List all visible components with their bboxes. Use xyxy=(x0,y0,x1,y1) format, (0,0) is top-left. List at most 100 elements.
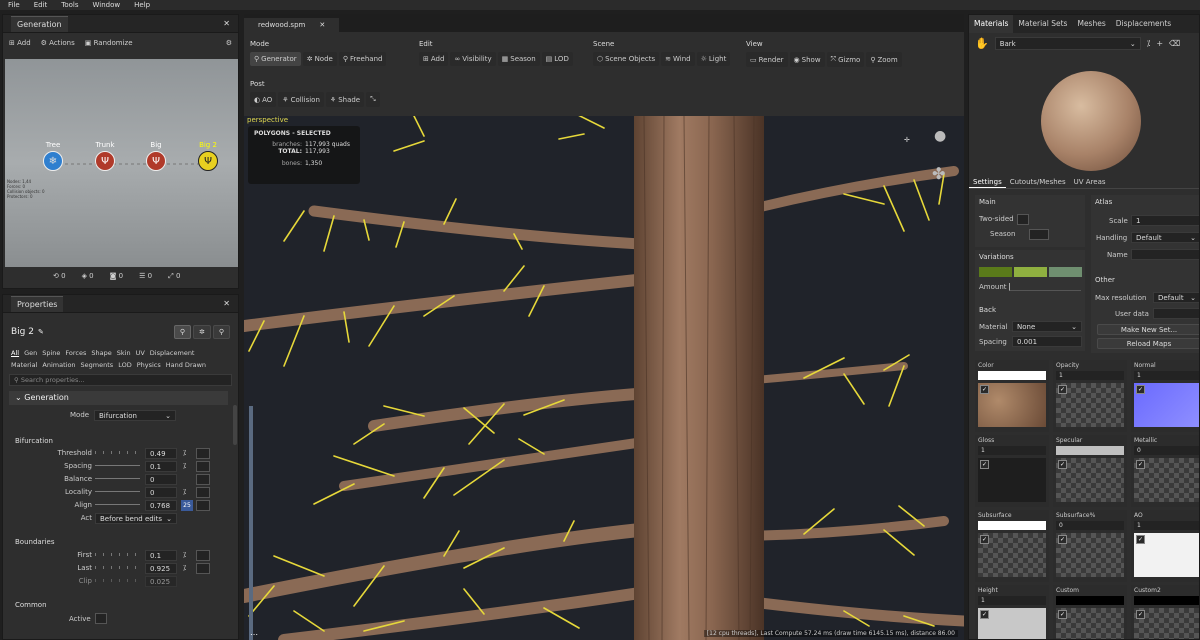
checkbox-icon[interactable]: ✓ xyxy=(980,610,989,619)
ao-button[interactable]: ◐ AO xyxy=(250,92,277,107)
collision-button[interactable]: ⚘ Collision xyxy=(278,92,324,107)
checkbox-icon[interactable]: ✓ xyxy=(1136,610,1145,619)
map-preview[interactable]: ✓ xyxy=(1134,608,1199,639)
checkbox-icon[interactable]: ✓ xyxy=(1136,460,1145,469)
threshold-slider[interactable] xyxy=(95,451,140,454)
map-value[interactable] xyxy=(1056,596,1124,605)
search-field[interactable]: ⚲ Search properties... xyxy=(9,374,232,386)
close-icon[interactable]: ✕ xyxy=(319,21,325,29)
percent-icon[interactable]: ⁒ xyxy=(183,462,186,470)
camera-icon[interactable]: ◙ 0 xyxy=(110,272,124,281)
act-select[interactable]: Before bend edits ⌄ xyxy=(95,513,177,524)
checkbox-icon[interactable]: ✓ xyxy=(1136,385,1145,394)
map-tile-specular[interactable]: Specular ✓ xyxy=(1053,435,1127,507)
active-checkbox[interactable] xyxy=(95,613,107,624)
curve-box[interactable] xyxy=(196,474,210,485)
node-big[interactable]: Big Ψ xyxy=(141,141,171,171)
wind-button[interactable]: ≋ Wind xyxy=(661,52,695,66)
close-icon[interactable]: ✕ xyxy=(223,19,230,28)
scene-objects-button[interactable]: ⬡ Scene Objects xyxy=(593,52,660,66)
map-tile-metallic[interactable]: Metallic 0 ✓ xyxy=(1131,435,1199,507)
menu-window[interactable]: Window xyxy=(93,0,121,10)
tab-skin[interactable]: Skin xyxy=(117,349,131,357)
tab-gen[interactable]: Gen xyxy=(24,349,37,357)
clip-input[interactable]: 0.025 xyxy=(145,576,177,587)
checkbox-icon[interactable]: ✓ xyxy=(1136,535,1145,544)
force-icon[interactable]: ⟲ 0 xyxy=(53,272,66,281)
percent-icon[interactable]: ⁒ xyxy=(183,449,186,457)
tab-settings[interactable]: Settings xyxy=(969,175,1006,188)
map-value[interactable] xyxy=(1134,596,1199,605)
amount-slider[interactable] xyxy=(1009,283,1081,291)
map-preview[interactable]: ✓ xyxy=(1056,383,1124,427)
map-value[interactable]: 0 xyxy=(1134,446,1199,455)
map-value[interactable]: 1 xyxy=(1134,521,1199,530)
tab-physics[interactable]: Physics xyxy=(137,361,161,369)
checkbox-icon[interactable]: ✓ xyxy=(1058,535,1067,544)
generator-mode-icon[interactable]: ⚲ xyxy=(173,325,191,339)
clip-slider[interactable] xyxy=(95,579,140,582)
collapse-icon[interactable]: ⤡ xyxy=(366,92,380,107)
tab-shape[interactable]: Shape xyxy=(91,349,111,357)
map-preview[interactable]: ✓ xyxy=(1134,383,1199,427)
material-preview-sphere[interactable] xyxy=(1041,71,1141,171)
zoom-button[interactable]: ⚲ Zoom xyxy=(866,52,902,67)
balance-input[interactable]: 0 xyxy=(145,474,177,485)
locality-input[interactable]: 0 xyxy=(145,487,177,498)
tab-uv[interactable]: UV xyxy=(136,349,145,357)
spacing-input[interactable]: 0.1 xyxy=(145,461,177,472)
generation-section-header[interactable]: ⌄ Generation xyxy=(9,391,228,405)
back-material-select[interactable]: None ⌄ xyxy=(1012,321,1082,332)
freehand-button[interactable]: ⚲ Freehand xyxy=(338,52,387,66)
hand-icon[interactable]: ✋ xyxy=(975,37,989,50)
actions-button[interactable]: ⚙ Actions xyxy=(41,39,75,47)
tab-spine[interactable]: Spine xyxy=(42,349,60,357)
tab-hand-drawn[interactable]: Hand Drawn xyxy=(166,361,206,369)
light-bulb-icon[interactable]: ● xyxy=(934,128,946,144)
properties-tab[interactable]: Properties xyxy=(11,295,64,312)
variation-swatch-3[interactable] xyxy=(1049,267,1082,277)
variation-swatch-2[interactable] xyxy=(1014,267,1047,277)
scrollbar[interactable] xyxy=(233,405,237,445)
map-tile-normal[interactable]: Normal 1 ✓ xyxy=(1131,360,1199,432)
viewport-3d[interactable]: perspective POLYGONS - SELECTED branches… xyxy=(244,116,964,640)
perspective-label[interactable]: perspective xyxy=(247,116,288,124)
add-button[interactable]: ⊞ Add xyxy=(9,39,31,47)
last-slider[interactable] xyxy=(95,566,140,569)
map-value[interactable]: 1 xyxy=(978,596,1046,605)
align-slider[interactable] xyxy=(95,504,140,505)
curve-box[interactable] xyxy=(196,500,210,511)
align-input[interactable]: 0.768 xyxy=(145,500,177,511)
more-icon[interactable]: ⋯ xyxy=(250,630,258,639)
map-value[interactable]: 1 xyxy=(1056,371,1124,380)
shade-button[interactable]: ⚘ Shade xyxy=(325,92,365,107)
last-input[interactable]: 0.925 xyxy=(145,563,177,574)
map-preview[interactable]: ✓ xyxy=(978,458,1046,502)
add-button[interactable]: ⊞ Add xyxy=(419,52,449,66)
percent-icon[interactable]: ⁒ xyxy=(1147,39,1151,48)
map-tile-subsurface-[interactable]: Subsurface% 0 ✓ xyxy=(1053,510,1127,582)
map-value[interactable]: 1 xyxy=(978,446,1046,455)
doc-tab[interactable]: redwood.spm ✕ xyxy=(244,18,340,32)
tab-displacements[interactable]: Displacements xyxy=(1111,15,1176,33)
list-icon[interactable]: ☰ 0 xyxy=(139,272,152,281)
first-input[interactable]: 0.1 xyxy=(145,550,177,561)
tab-all[interactable]: All xyxy=(11,349,19,357)
map-tile-height[interactable]: Height 1 ✓ xyxy=(975,585,1049,639)
tab-cutouts[interactable]: Cutouts/Meshes xyxy=(1006,175,1070,188)
render-button[interactable]: ▭ Render xyxy=(746,52,788,67)
delete-icon[interactable]: ⌫ xyxy=(1169,39,1180,48)
collision-icon[interactable]: ◈ 0 xyxy=(82,272,94,281)
scale-input[interactable]: 1 xyxy=(1131,215,1199,226)
map-preview[interactable]: ✓ xyxy=(1056,533,1124,577)
make-new-set-button[interactable]: Make New Set... xyxy=(1097,324,1199,335)
mode-select[interactable]: Bifurcation ⌄ xyxy=(94,410,176,421)
map-tile-color[interactable]: Color ✓ xyxy=(975,360,1049,432)
node-graph[interactable]: Tree ❄ Trunk Ψ Big Ψ Big 2 Ψ Nodes: 1,44 For… xyxy=(5,59,238,267)
locality-slider[interactable] xyxy=(95,491,140,492)
line-icon[interactable]: ⤢ 0 xyxy=(168,272,180,281)
two-sided-checkbox[interactable] xyxy=(1017,214,1029,225)
checkbox-icon[interactable]: ✓ xyxy=(980,535,989,544)
balance-slider[interactable] xyxy=(95,478,140,479)
checkbox-icon[interactable]: ✓ xyxy=(1058,610,1067,619)
